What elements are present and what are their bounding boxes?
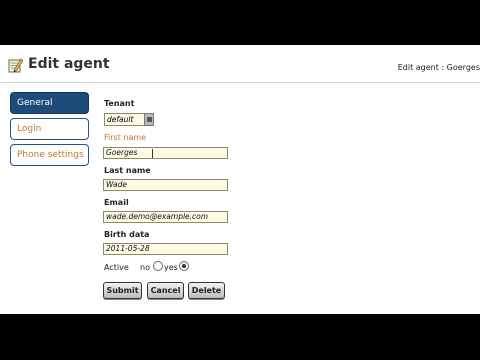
birth-date-field[interactable]: 2011-05-28 (103, 243, 228, 255)
text-cursor (152, 149, 153, 158)
dropdown-arrow-icon[interactable] (144, 113, 154, 126)
edit-form-icon (8, 58, 23, 73)
last-name-label: Last name (104, 166, 151, 175)
last-name-field[interactable]: Wade (103, 179, 228, 191)
breadcrumb: Edit agent : Goerges (397, 63, 480, 72)
birth-date-label: Birth data (104, 230, 150, 239)
submit-button[interactable]: Submit (103, 282, 142, 299)
cancel-button[interactable]: Cancel (147, 282, 184, 299)
tenant-label: Tenant (104, 99, 135, 108)
sidebar-item-general[interactable]: General (10, 92, 89, 114)
page-title: Edit agent (28, 56, 110, 72)
first-name-field[interactable]: Goerges (103, 147, 228, 159)
delete-button[interactable]: Delete (188, 282, 225, 299)
tenant-select[interactable]: default (104, 113, 145, 126)
sidebar-item-phone-settings[interactable]: Phone settings (10, 144, 89, 166)
email-field[interactable]: wade.demo@example.com (103, 211, 228, 223)
active-label: Active (104, 263, 129, 272)
page-header: Edit agent Edit agent : Goerges (0, 45, 480, 83)
active-yes-radio[interactable] (179, 261, 189, 271)
email-label: Email (104, 198, 129, 207)
sidebar-item-login[interactable]: Login (10, 118, 89, 140)
active-yes-label: yes (164, 263, 178, 272)
active-no-label: no (140, 263, 150, 272)
first-name-label: First name (104, 133, 147, 142)
edit-agent-screen: Edit agent Edit agent : Goerges General … (0, 45, 480, 314)
active-no-radio[interactable] (153, 261, 163, 271)
